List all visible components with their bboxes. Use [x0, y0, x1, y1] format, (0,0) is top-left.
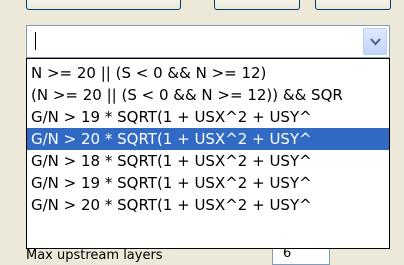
condition-dropdown-list[interactable]: N >= 20 || (S < 0 && N >= 12) (N >= 20 |… [26, 58, 390, 249]
condition-combobox[interactable] [26, 25, 390, 58]
list-item[interactable]: (N >= 20 || (S < 0 && N >= 12)) && SQR [27, 84, 389, 106]
dropdown-toggle-button[interactable] [363, 28, 387, 55]
list-item[interactable]: G/N > 18 * SQRT(1 + USX^2 + USY^ [27, 150, 389, 172]
top-button-left[interactable] [26, 0, 181, 10]
max-upstream-layers-field[interactable]: 6 [272, 246, 330, 265]
text-caret [35, 32, 36, 50]
list-item[interactable]: G/N > 19 * SQRT(1 + USX^2 + USY^ [27, 172, 389, 194]
max-upstream-layers-label: Max upstream layers [26, 248, 163, 263]
list-item[interactable]: G/N > 19 * SQRT(1 + USX^2 + USY^ [27, 106, 389, 128]
list-item-selected[interactable]: G/N > 20 * SQRT(1 + USX^2 + USY^ [27, 128, 389, 150]
chevron-down-icon [370, 38, 381, 46]
list-item[interactable]: G/N > 20 * SQRT(1 + USX^2 + USY^ [27, 194, 389, 216]
top-button-middle[interactable] [214, 0, 300, 10]
top-button-right[interactable] [315, 0, 391, 10]
list-item[interactable]: N >= 20 || (S < 0 && N >= 12) [27, 62, 389, 84]
